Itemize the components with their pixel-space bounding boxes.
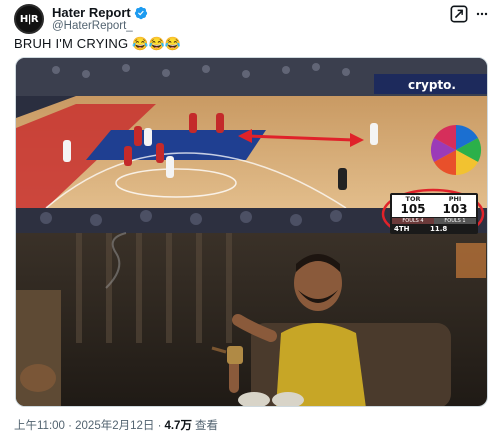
more-options-icon[interactable] bbox=[476, 8, 488, 20]
game-period: 4TH bbox=[394, 225, 410, 233]
home-team-box: TOR 105 bbox=[392, 195, 434, 217]
avatar[interactable]: H|R bbox=[14, 4, 44, 34]
verified-badge-icon bbox=[134, 6, 147, 19]
reaction-meme-frame bbox=[16, 232, 487, 406]
home-fouls: FOULS 4 bbox=[392, 218, 434, 224]
user-handle[interactable]: @HaterReport_ bbox=[52, 20, 133, 32]
away-team-box: PHI 103 bbox=[434, 195, 476, 217]
grok-icon[interactable] bbox=[450, 5, 468, 23]
timestamp[interactable]: 上午11:00 · 2025年2月12日 · bbox=[14, 417, 161, 433]
away-fouls: FOULS 1 bbox=[434, 218, 476, 224]
scoreboard: TOR 105 PHI 103 FOULS 4 FOULS 1 4TH 11.8 bbox=[390, 193, 478, 234]
tweet-footer: 上午11:00 · 2025年2月12日 · 4.7万 查看 bbox=[14, 417, 218, 433]
game-clock: 11.8 bbox=[430, 225, 448, 233]
tweet-text: BRUH I'M CRYING 😂😂😂 bbox=[14, 36, 182, 51]
court-ad-text: crypto. bbox=[408, 78, 456, 92]
views-label: 查看 bbox=[194, 420, 218, 432]
home-team-score: 105 bbox=[400, 202, 426, 216]
away-team-score: 103 bbox=[442, 202, 468, 216]
tweet-header: H|R Hater Report @HaterReport_ bbox=[14, 4, 488, 34]
tweet-media[interactable]: crypto. TOR 105 PHI 103 FOULS 4 FOULS 1 … bbox=[15, 57, 488, 407]
display-name[interactable]: Hater Report bbox=[52, 5, 131, 20]
view-count: 4.7万 bbox=[164, 420, 192, 432]
name-row: Hater Report bbox=[52, 5, 148, 20]
avatar-label: H|R bbox=[19, 13, 39, 25]
